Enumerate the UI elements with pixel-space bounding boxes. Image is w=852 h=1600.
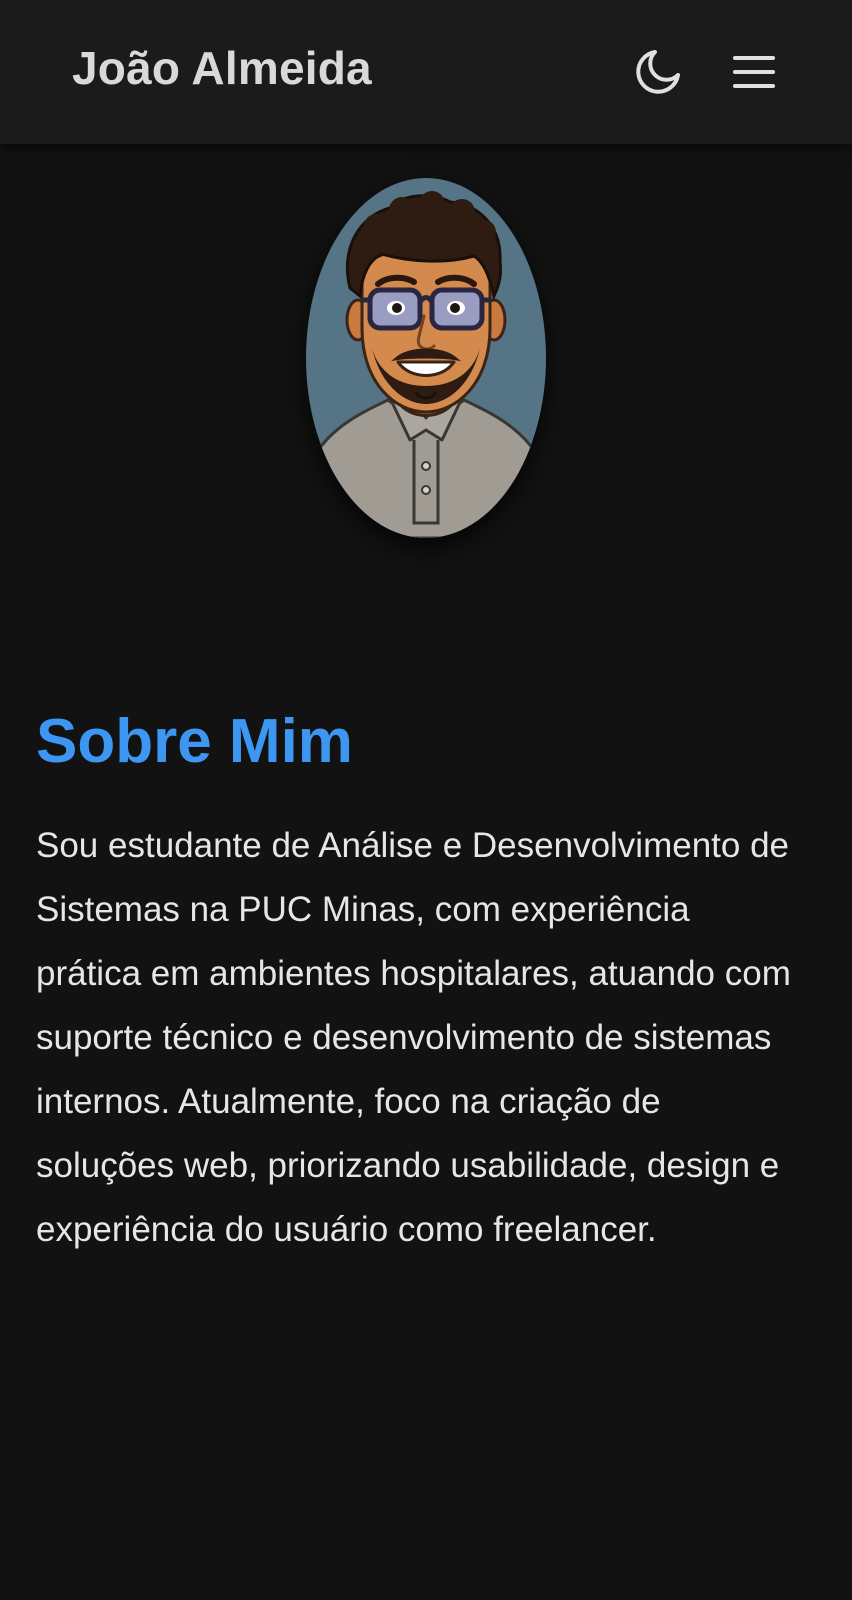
site-title[interactable]: João Almeida — [72, 38, 372, 98]
menu-button[interactable] — [726, 44, 782, 100]
main-content: Sobre Mim Sou estudante de Análise e Des… — [0, 144, 852, 1600]
moon-icon — [636, 50, 680, 94]
site-header: João Almeida — [0, 0, 852, 144]
theme-toggle-button[interactable] — [630, 44, 686, 100]
avatar — [306, 178, 546, 538]
avatar-illustration — [306, 178, 546, 538]
hamburger-menu-icon — [733, 56, 775, 88]
about-text: Sou estudante de Análise e Desenvolvimen… — [36, 826, 791, 1249]
about-title: Sobre Mim — [36, 707, 353, 776]
